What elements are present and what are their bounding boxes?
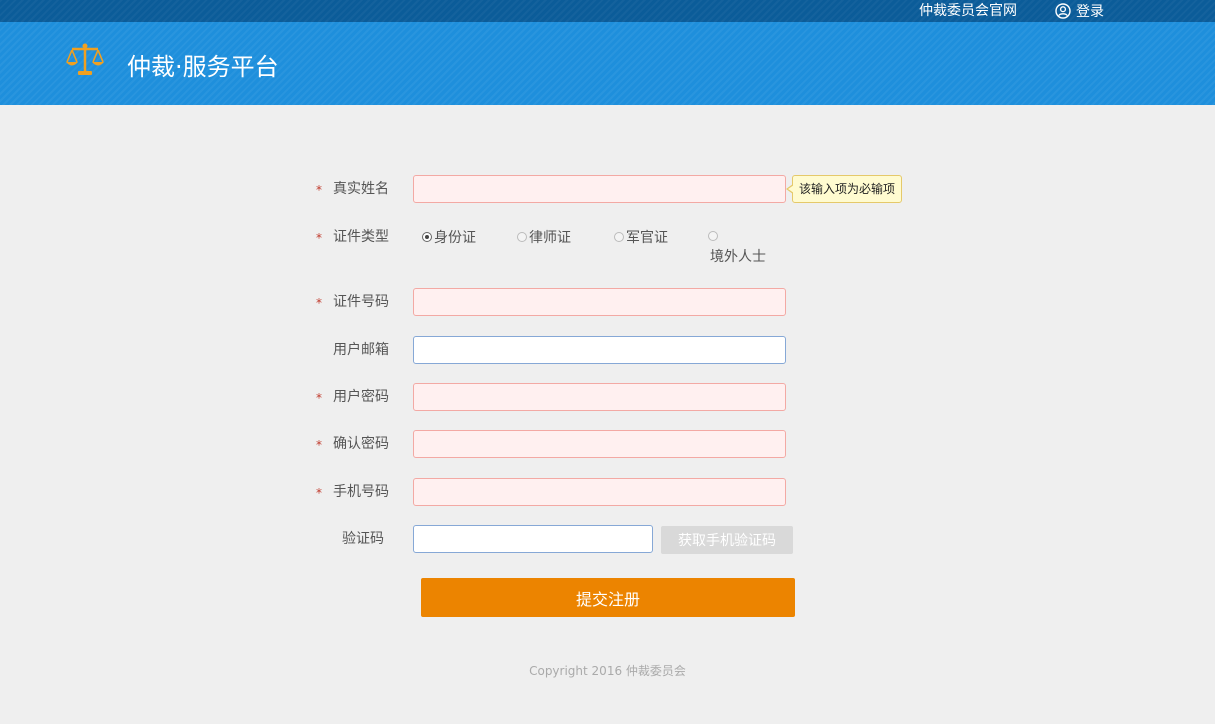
required-star: * — [316, 486, 322, 500]
confirm-password-input[interactable] — [413, 430, 786, 458]
id-type-option-id-card[interactable]: 身份证 — [422, 223, 476, 251]
id-type-option-label: 身份证 — [434, 230, 476, 246]
radio-unchecked-icon — [708, 231, 718, 241]
id-type-option-officer-card[interactable]: 军官证 — [614, 223, 668, 251]
get-sms-code-button[interactable]: 获取手机验证码 — [661, 526, 793, 554]
password-input[interactable] — [413, 383, 786, 411]
submit-register-button[interactable]: 提交注册 — [421, 578, 795, 617]
phone-label: 手机号码 — [333, 484, 389, 500]
id-number-row: * 证件号码 — [0, 288, 1215, 316]
radio-unchecked-icon — [614, 232, 624, 242]
login-link[interactable]: 登录 — [1055, 0, 1104, 22]
required-star: * — [316, 391, 322, 405]
real-name-row: * 真实姓名 — [0, 175, 1215, 203]
id-type-option-label: 军官证 — [626, 230, 668, 246]
required-star: * — [316, 231, 322, 245]
confirm-password-label: 确认密码 — [333, 436, 389, 452]
verify-code-label: 验证码 — [342, 531, 384, 547]
confirm-password-row: * 确认密码 — [0, 430, 1215, 458]
id-number-label: 证件号码 — [333, 294, 389, 310]
phone-input[interactable] — [413, 478, 786, 506]
required-star: * — [316, 296, 322, 310]
user-circle-icon — [1055, 3, 1071, 19]
phone-row: * 手机号码 — [0, 478, 1215, 506]
scales-of-justice-icon — [66, 43, 104, 75]
email-row: 用户邮箱 — [0, 336, 1215, 364]
id-type-option-label: 境外人士 — [710, 249, 766, 265]
real-name-label: 真实姓名 — [333, 181, 389, 197]
id-type-option-label: 律师证 — [529, 230, 571, 246]
id-number-input[interactable] — [413, 288, 786, 316]
site-title: 仲裁·服务平台 — [127, 53, 279, 81]
radio-checked-icon — [422, 232, 432, 242]
validation-tooltip: 该输入项为必输项 — [785, 175, 903, 203]
official-site-link[interactable]: 仲裁委员会官网 — [919, 0, 1017, 22]
required-star: * — [316, 183, 322, 197]
required-star: * — [316, 438, 322, 452]
email-label: 用户邮箱 — [333, 342, 389, 358]
email-input[interactable] — [413, 336, 786, 364]
copyright: Copyright 2016 仲裁委员会 — [529, 664, 686, 678]
password-label: 用户密码 — [333, 389, 389, 405]
id-type-option-lawyer-card[interactable]: 律师证 — [517, 223, 571, 251]
radio-unchecked-icon — [517, 232, 527, 242]
real-name-input[interactable] — [413, 175, 786, 203]
login-label: 登录 — [1076, 4, 1104, 20]
site-header: 仲裁·服务平台 — [0, 22, 1215, 105]
password-row: * 用户密码 — [0, 383, 1215, 411]
top-bar: 仲裁委员会官网 登录 — [0, 0, 1215, 22]
id-type-row: * 证件类型 身份证 律师证 军官证 — [0, 223, 1215, 251]
verify-code-input[interactable] — [413, 525, 653, 553]
id-type-label: 证件类型 — [333, 229, 389, 245]
